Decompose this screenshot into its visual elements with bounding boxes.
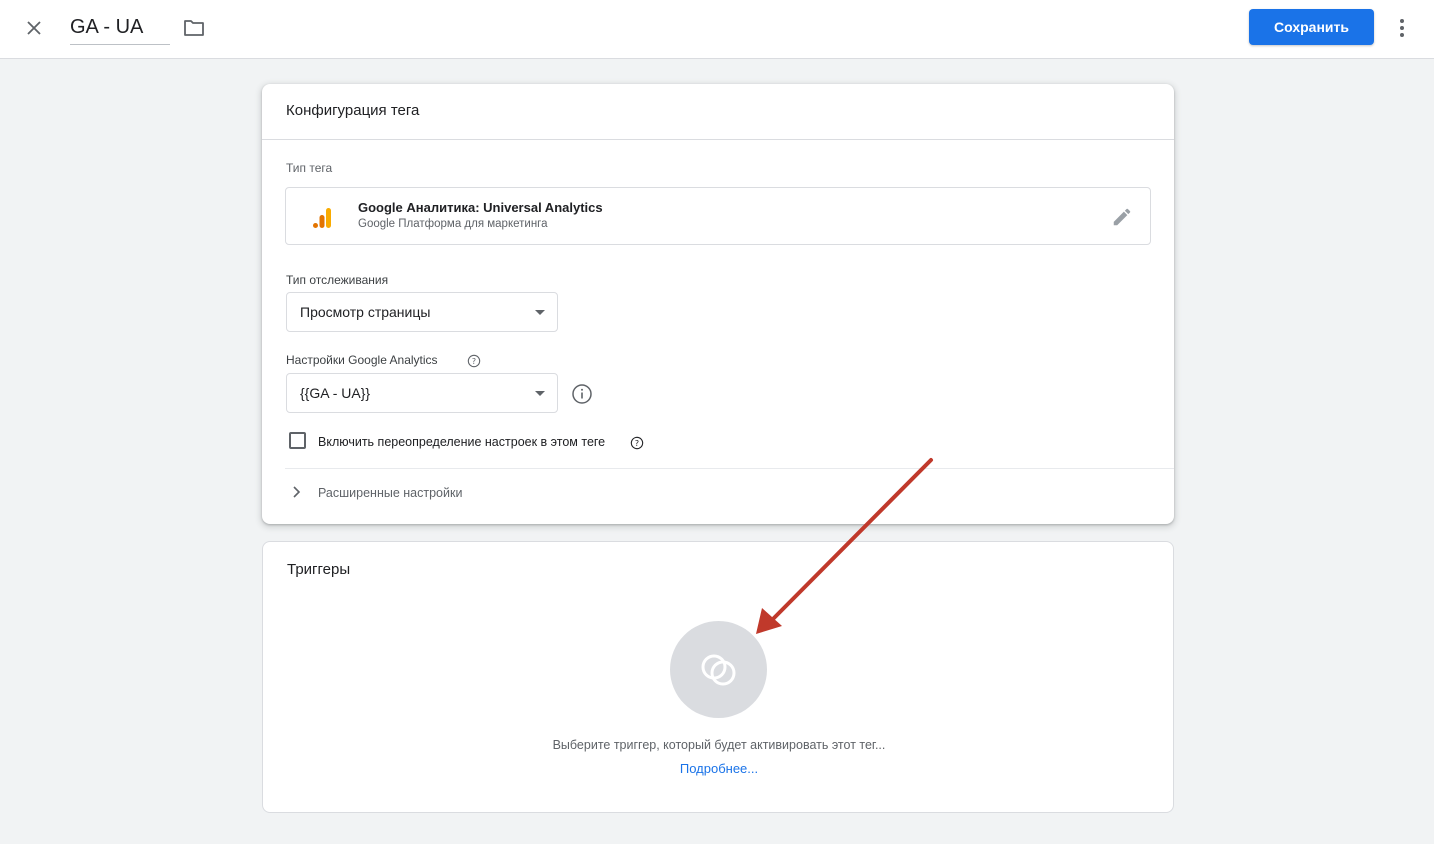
- tag-type-name: Google Аналитика: Universal Analytics: [358, 200, 603, 215]
- ga-settings-value: {{GA - UA}}: [300, 385, 371, 401]
- trigger-icon: [701, 654, 735, 685]
- ga-settings-label: Настройки Google Analytics: [286, 353, 438, 367]
- tracking-type-select[interactable]: Просмотр страницы: [286, 292, 558, 332]
- svg-text:?: ?: [635, 439, 639, 448]
- divider: [262, 139, 1174, 140]
- tracking-type-label: Тип отслеживания: [286, 273, 389, 287]
- override-settings-label: Включить переопределение настроек в этом…: [318, 435, 606, 449]
- dropdown-arrow-icon: [535, 310, 545, 315]
- save-button[interactable]: Сохранить: [1249, 9, 1374, 45]
- triggers-title: Триггеры: [287, 561, 351, 578]
- dropdown-arrow-icon: [535, 391, 545, 396]
- trigger-hint: Выберите триггер, который будет активиро…: [552, 738, 886, 752]
- close-button[interactable]: [20, 14, 48, 42]
- close-icon: [27, 21, 41, 35]
- tag-name-input[interactable]: GA - UA: [70, 14, 170, 45]
- tag-type-label: Тип тега: [286, 161, 333, 175]
- tag-type-subtitle: Google Платформа для маркетинга: [358, 218, 548, 230]
- tag-configuration-card: Конфигурация тега Тип тега Google Аналит…: [262, 84, 1174, 524]
- help-icon[interactable]: ?: [467, 354, 481, 368]
- more-vert-icon: [1400, 19, 1404, 37]
- card-title: Конфигурация тега: [286, 102, 420, 119]
- add-trigger-button[interactable]: [670, 621, 767, 718]
- ga-settings-select[interactable]: {{GA - UA}}: [286, 373, 558, 413]
- learn-more-link[interactable]: Подробнее...: [263, 761, 1175, 776]
- chevron-right-icon: [293, 486, 301, 498]
- edit-pencil-icon[interactable]: [1111, 206, 1133, 228]
- tag-type-selector[interactable]: Google Аналитика: Universal Analytics Go…: [285, 187, 1151, 245]
- advanced-settings-label: Расширенные настройки: [318, 486, 463, 500]
- google-analytics-icon: [313, 208, 331, 228]
- info-icon[interactable]: [571, 383, 593, 405]
- help-icon[interactable]: ?: [630, 436, 644, 450]
- folder-button[interactable]: [180, 14, 208, 42]
- folder-icon: [184, 20, 204, 36]
- override-settings-checkbox[interactable]: [289, 432, 306, 449]
- top-bar: GA - UA Сохранить: [0, 0, 1434, 59]
- triggers-card: Триггеры Выберите триггер, который будет…: [262, 541, 1174, 813]
- advanced-settings-toggle[interactable]: Расширенные настройки: [285, 481, 585, 507]
- svg-text:?: ?: [472, 357, 476, 366]
- more-options-button[interactable]: [1390, 14, 1414, 42]
- tracking-type-value: Просмотр страницы: [300, 304, 431, 320]
- divider: [285, 468, 1174, 469]
